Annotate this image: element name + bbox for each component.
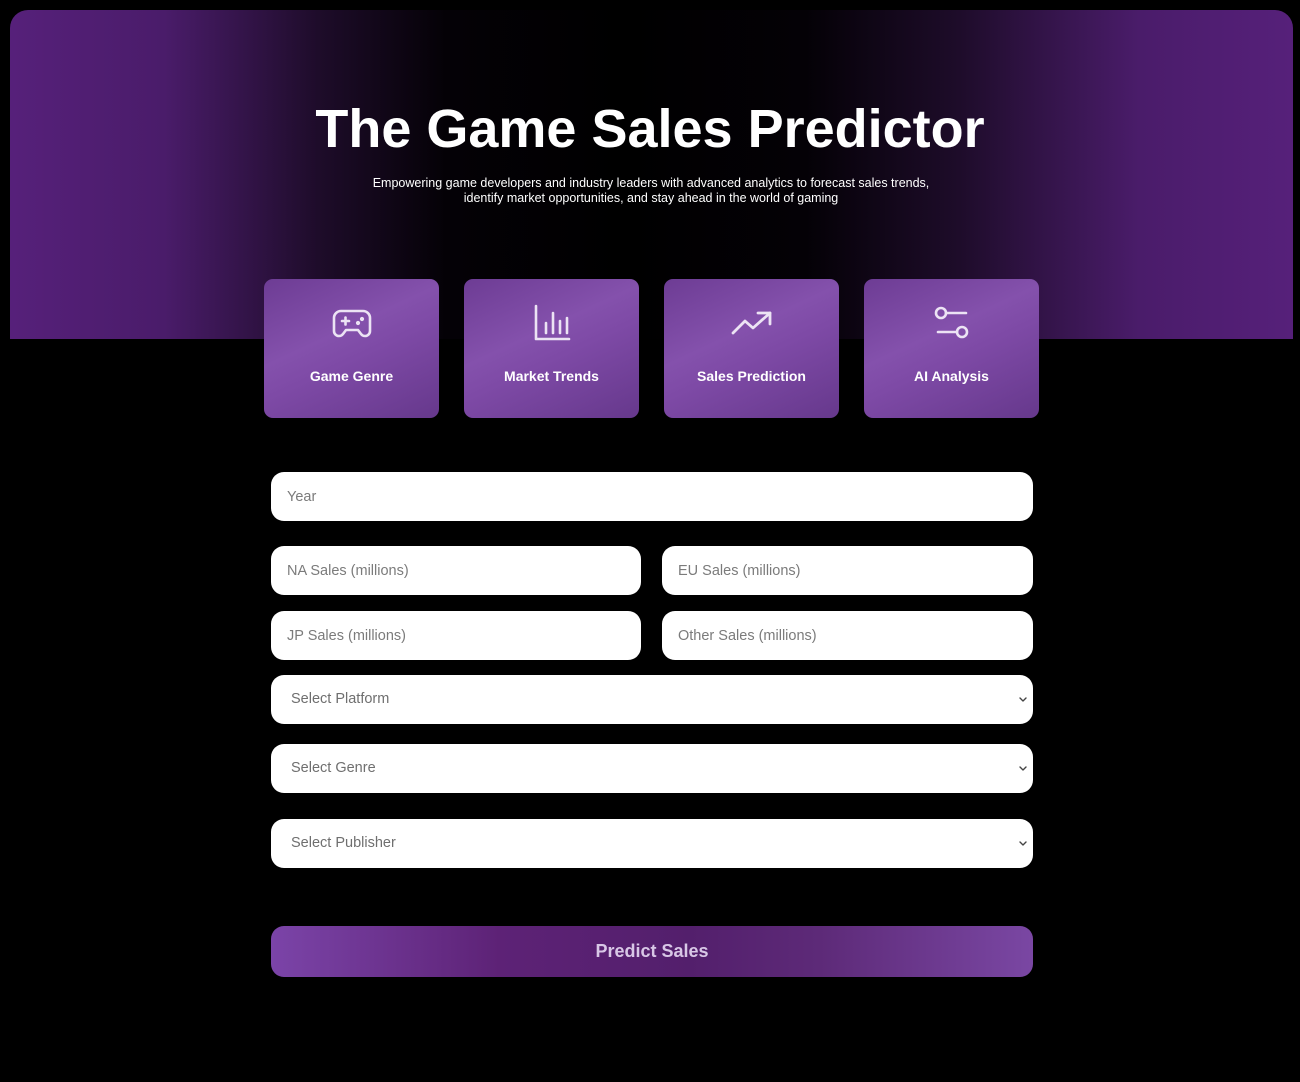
chevron-down-icon xyxy=(1019,766,1027,771)
feature-card-label: Game Genre xyxy=(309,368,394,384)
feature-card-label: Market Trends xyxy=(504,368,599,384)
feature-cards: Game Genre Market Trends Sales Predictio… xyxy=(264,279,1044,419)
feature-card-label: Sales Prediction xyxy=(697,368,806,384)
hero-subtitle: Empowering game developers and industry … xyxy=(372,176,930,205)
feature-card-ai-analysis[interactable]: AI Analysis xyxy=(864,279,1039,418)
feature-card-game-genre[interactable]: Game Genre xyxy=(264,279,439,418)
platform-select-value: Select Platform xyxy=(291,691,390,707)
bar-chart-icon xyxy=(464,303,639,343)
gamepad-icon xyxy=(264,303,439,343)
feature-card-sales-prediction[interactable]: Sales Prediction xyxy=(664,279,839,418)
sliders-icon xyxy=(864,303,1039,343)
platform-select[interactable]: Select Platform xyxy=(271,675,1033,724)
trending-up-icon xyxy=(664,303,839,343)
chevron-down-icon xyxy=(1019,841,1027,846)
na-sales-input[interactable] xyxy=(271,546,641,595)
genre-select[interactable]: Select Genre xyxy=(271,744,1033,793)
year-input[interactable] xyxy=(271,472,1033,521)
feature-card-label: AI Analysis xyxy=(914,368,989,384)
predict-sales-button[interactable]: Predict Sales xyxy=(271,926,1033,977)
other-sales-input[interactable] xyxy=(662,611,1033,660)
jp-sales-input[interactable] xyxy=(271,611,641,660)
publisher-select-value: Select Publisher xyxy=(291,835,396,851)
eu-sales-input[interactable] xyxy=(662,546,1033,595)
page-title: The Game Sales Predictor xyxy=(315,99,985,159)
publisher-select[interactable]: Select Publisher xyxy=(271,819,1033,868)
genre-select-value: Select Genre xyxy=(291,760,376,776)
chevron-down-icon xyxy=(1019,697,1027,702)
feature-card-market-trends[interactable]: Market Trends xyxy=(464,279,639,418)
